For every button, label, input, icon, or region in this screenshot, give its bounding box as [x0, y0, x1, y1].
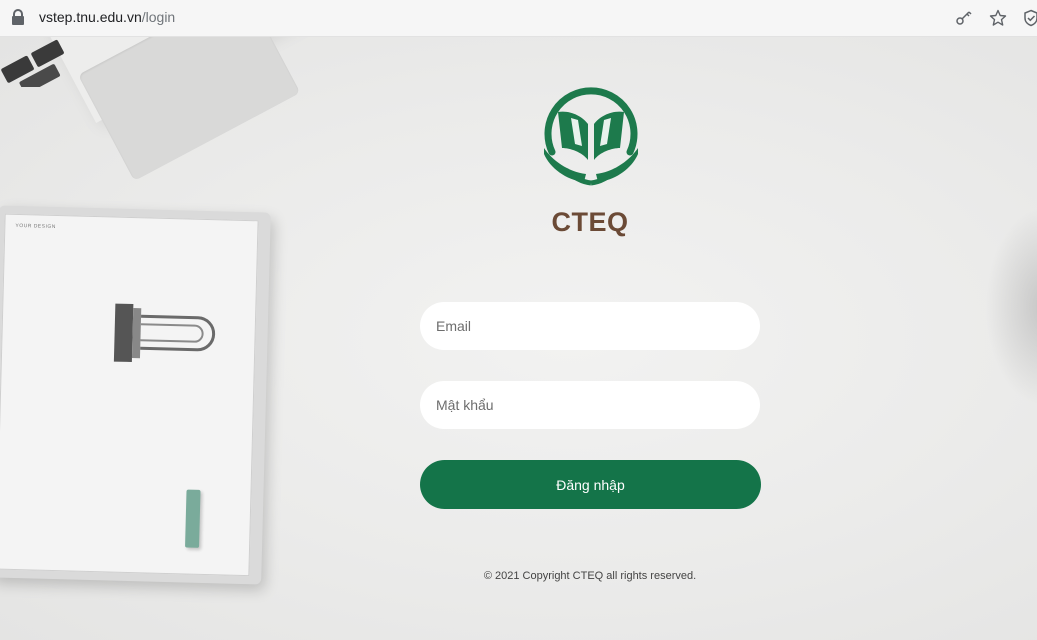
cteq-logo-icon: [544, 87, 638, 186]
eraser-image: [185, 489, 201, 548]
paper-label: YOUR DESIGN: [15, 222, 56, 231]
binder-clip-image: [113, 303, 216, 363]
copyright-text: © 2021 Copyright CTEQ all rights reserve…: [483, 570, 697, 582]
keyboard-keys-image: [1, 39, 64, 87]
url-path: /login: [141, 9, 176, 25]
url-domain: vstep.tnu.edu.vn: [39, 9, 142, 25]
key-icon[interactable]: [955, 9, 973, 27]
decorative-shadow: [985, 207, 1037, 407]
login-button[interactable]: Đăng nhập: [420, 460, 761, 509]
lock-icon: [12, 9, 24, 25]
star-icon[interactable]: [989, 9, 1007, 27]
email-field[interactable]: [420, 302, 760, 350]
password-field[interactable]: [420, 381, 760, 429]
browser-address-bar[interactable]: vstep.tnu.edu.vn/login: [0, 0, 1037, 37]
tablet-image: YOUR DESIGN: [0, 205, 271, 585]
url-text[interactable]: vstep.tnu.edu.vn/login: [39, 9, 175, 25]
paper-sheet: YOUR DESIGN: [0, 213, 259, 577]
shield-icon[interactable]: [1022, 9, 1037, 27]
touchpad-image: [78, 37, 301, 181]
brand-name: CTEQ: [551, 207, 629, 237]
